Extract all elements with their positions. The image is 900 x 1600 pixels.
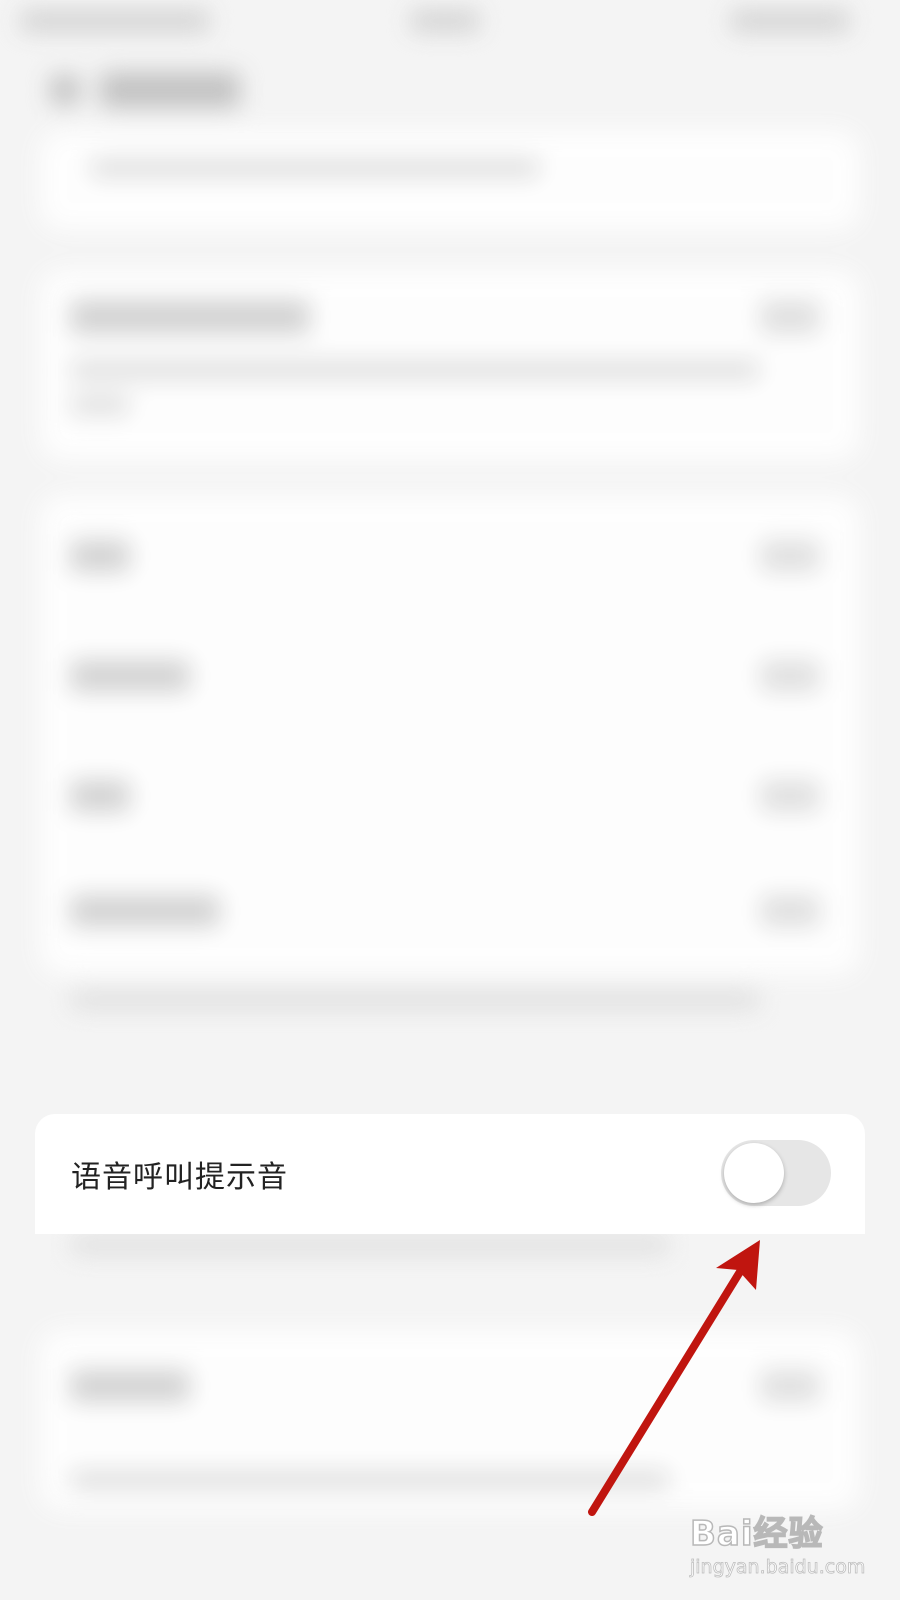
voice-call-tone-label: 语音呼叫提示音 xyxy=(71,1160,288,1195)
notify-card-desc-1 xyxy=(70,360,760,380)
baidu-watermark: Bai经验 jingyan.baidu.com xyxy=(686,1500,876,1590)
back-icon[interactable] xyxy=(50,75,80,105)
notify-card-title xyxy=(70,300,310,334)
watermark-url: jingyan.baidu.com xyxy=(690,1556,866,1579)
status-bar-center xyxy=(410,10,480,32)
page-title-blurred xyxy=(100,72,240,108)
top-card-text xyxy=(90,158,540,178)
list-row-1-toggle[interactable] xyxy=(760,540,820,572)
bottom-card-toggle[interactable] xyxy=(760,1370,820,1402)
notify-card-toggle[interactable] xyxy=(760,300,820,334)
voice-call-tone-toggle[interactable] xyxy=(721,1140,831,1206)
list-row-4-label xyxy=(70,895,220,927)
bottom-card-label xyxy=(70,1370,190,1402)
settings-screen: 语音呼叫提示音 Bai经验 jingyan.baidu.com xyxy=(0,0,900,1600)
watermark-brand: Bai经验 xyxy=(689,1513,824,1555)
top-card xyxy=(40,130,860,230)
toggle-knob xyxy=(724,1143,784,1203)
status-bar-right xyxy=(730,10,850,32)
voice-call-tone-row: 语音呼叫提示音 xyxy=(35,1114,865,1234)
status-bar-left xyxy=(20,10,210,32)
list-row-2-toggle[interactable] xyxy=(760,660,820,692)
list-row-2-label xyxy=(70,660,190,692)
list-row-3-label xyxy=(70,780,130,812)
list-row-3-toggle[interactable] xyxy=(760,780,820,812)
list-row-4-toggle[interactable] xyxy=(760,895,820,927)
list-card-desc xyxy=(70,990,760,1010)
bottom-card-desc xyxy=(70,1470,670,1490)
blurred-background xyxy=(0,0,900,1600)
notify-card-desc-2 xyxy=(70,395,130,415)
tone-desc xyxy=(70,1235,670,1255)
list-row-1-label xyxy=(70,540,130,572)
